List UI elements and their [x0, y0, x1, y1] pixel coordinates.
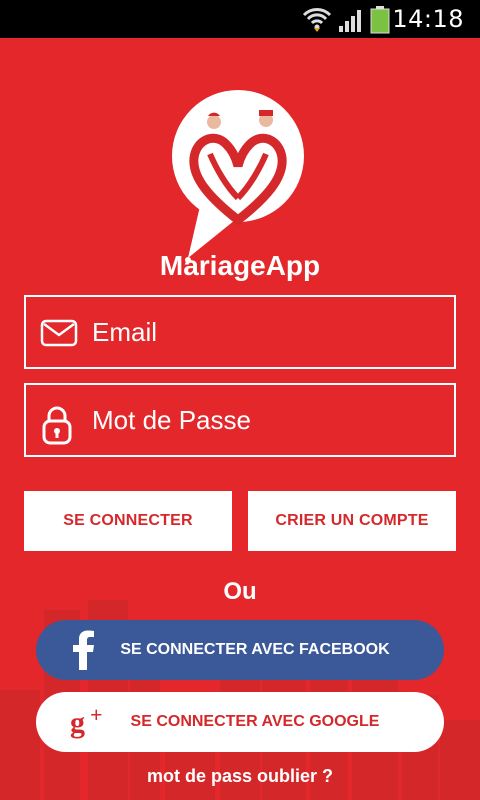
app-title: MariageApp [159, 250, 321, 281]
envelope-icon [40, 319, 78, 347]
battery-icon [370, 6, 390, 34]
email-field[interactable]: Email [24, 295, 456, 369]
password-placeholder: Mot de Passe [92, 405, 251, 435]
google-login-button[interactable]: g + SE CONNECTER AVEC GOOGLE [36, 692, 444, 752]
status-bar: 14:18 [0, 0, 480, 38]
lock-icon [42, 406, 72, 445]
forgot-password-link[interactable]: mot de pass oublier ? [0, 766, 480, 787]
login-screen: MariageApp Email Mot de Passe SE CONNECT… [0, 38, 480, 800]
login-button[interactable]: SE CONNECTER [24, 491, 232, 551]
facebook-login-button[interactable]: SE CONNECTER AVEC FACEBOOK [36, 620, 444, 680]
password-field[interactable]: Mot de Passe [24, 383, 456, 457]
status-time: 14:18 [392, 5, 464, 33]
google-login-label: SE CONNECTER AVEC GOOGLE [130, 713, 380, 730]
signal-icon [339, 10, 361, 32]
email-placeholder: Email [92, 317, 158, 347]
facebook-login-label: SE CONNECTER AVEC FACEBOOK [120, 641, 390, 658]
create-account-button[interactable]: CRIER UN COMPTE [248, 491, 456, 551]
wifi-icon [302, 8, 332, 32]
or-separator: Ou [223, 578, 257, 605]
heart-couple-logo [172, 90, 304, 263]
